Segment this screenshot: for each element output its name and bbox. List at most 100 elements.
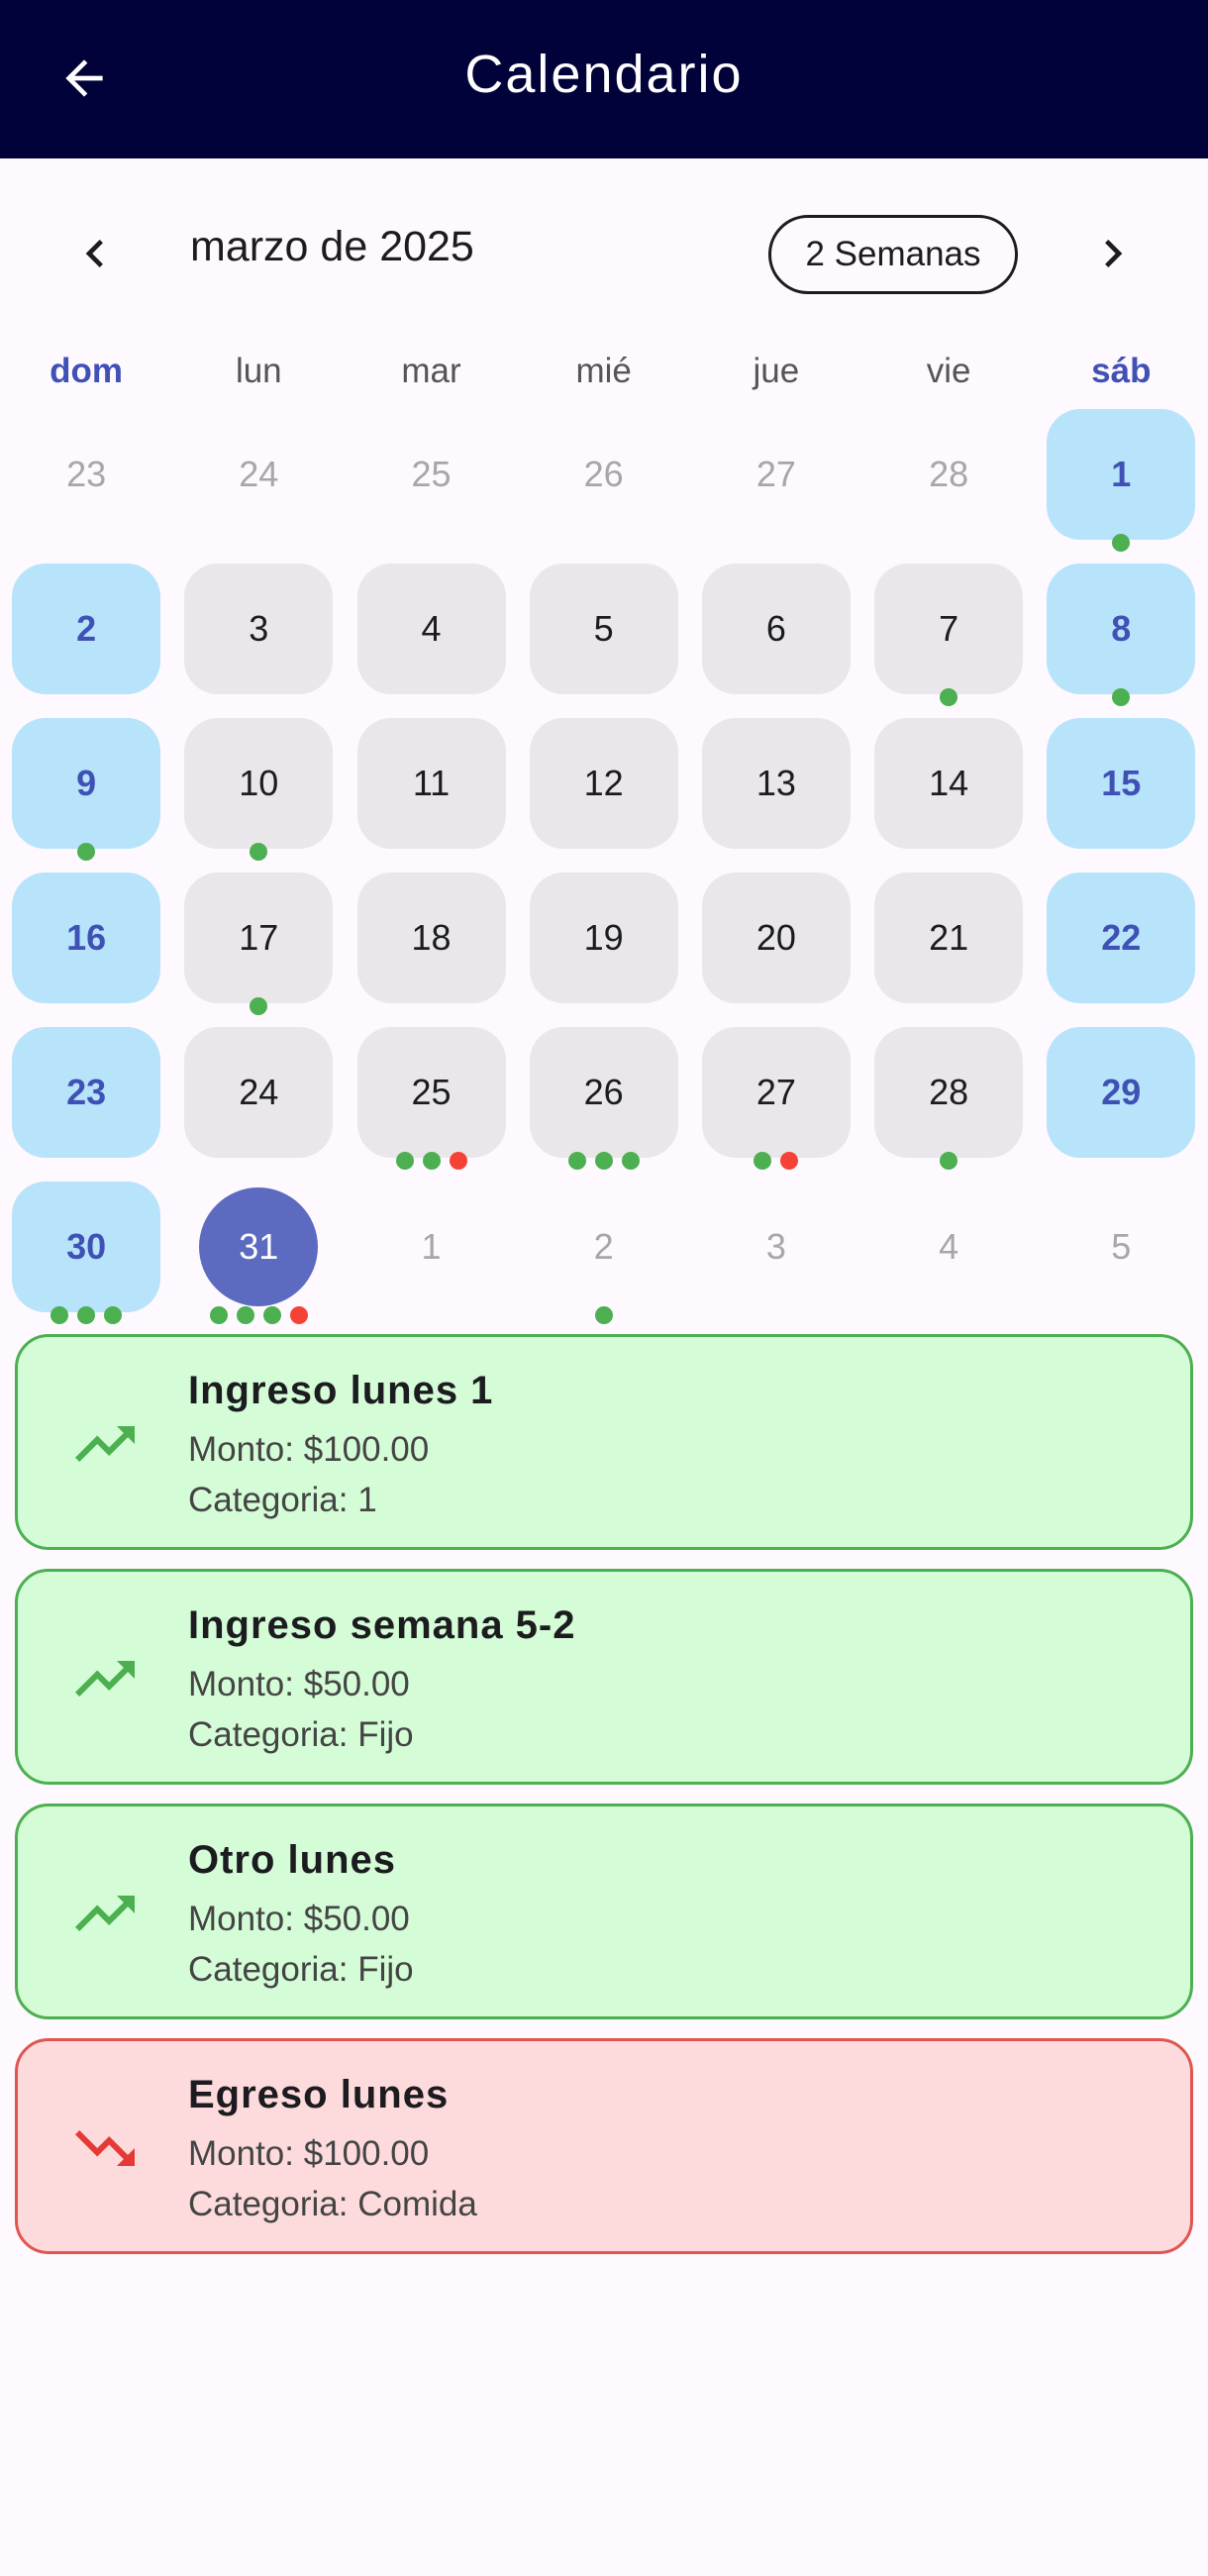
chevron-right-icon xyxy=(1105,240,1123,267)
event-card[interactable]: Ingreso semana 5-2 Monto: $50.00 Categoria… xyxy=(15,1569,1193,1785)
event-title: Ingreso lunes 1 xyxy=(188,1369,494,1412)
ingreso-marker xyxy=(594,1306,613,1324)
weekday-label: dom xyxy=(50,352,124,390)
ingreso-marker xyxy=(594,1152,613,1170)
calendar-day[interactable]: 12 xyxy=(529,718,678,849)
egreso-marker xyxy=(289,1306,308,1324)
event-card[interactable]: Ingreso lunes 1 Monto: $100.00 Categoria: … xyxy=(15,1334,1193,1550)
ingreso-marker xyxy=(754,1152,772,1170)
weekday-label: mié xyxy=(575,352,632,390)
ingreso-marker xyxy=(209,1306,228,1324)
calendar-day[interactable]: 26 xyxy=(530,409,678,540)
calendar-day[interactable]: 26 xyxy=(529,1027,678,1158)
calendar-day[interactable]: 29 xyxy=(1047,1027,1196,1158)
calendar-day[interactable]: 14 xyxy=(874,718,1024,849)
calendar-day[interactable]: 5 xyxy=(1047,1182,1195,1312)
egreso-marker xyxy=(449,1152,467,1170)
calendar-day[interactable]: 24 xyxy=(184,1027,334,1158)
event-amount: Monto: $100.00 xyxy=(188,2134,430,2173)
calendar-day[interactable]: 7 xyxy=(874,564,1024,694)
arrow-back-icon xyxy=(65,59,103,97)
weekday-label: sáb xyxy=(1091,352,1152,390)
calendar-day[interactable]: 28 xyxy=(874,1027,1024,1158)
event-title: Otro lunes xyxy=(188,1838,397,1882)
event-category: Categoria: Fijo xyxy=(188,1715,414,1754)
trending-down-icon xyxy=(69,2112,141,2184)
calendar-day[interactable]: 15 xyxy=(1047,718,1196,849)
ingreso-marker xyxy=(77,843,96,861)
calendar-day[interactable]: 27 xyxy=(701,1027,851,1158)
calendar-day[interactable]: 2 xyxy=(530,1182,678,1312)
trending-up-icon xyxy=(69,1408,141,1480)
ingreso-marker xyxy=(77,1306,96,1324)
calendar-day[interactable]: 27 xyxy=(702,409,851,540)
ingreso-marker xyxy=(50,1306,69,1324)
back-button[interactable] xyxy=(44,38,125,119)
event-category: Categoria: Comida xyxy=(188,2185,477,2223)
calendar-day[interactable]: 4 xyxy=(356,564,506,694)
calendar-day[interactable]: 25 xyxy=(356,1027,506,1158)
ingreso-marker xyxy=(262,1306,281,1324)
calendar-day[interactable]: 4 xyxy=(874,1182,1023,1312)
calendar-day[interactable]: 3 xyxy=(184,564,334,694)
calendar-day[interactable]: 22 xyxy=(1047,873,1196,1003)
ingreso-marker xyxy=(250,997,268,1015)
calendar-day[interactable]: 1 xyxy=(1047,409,1196,540)
next-month-button[interactable] xyxy=(1073,214,1153,293)
calendar-day[interactable]: 10 xyxy=(184,718,334,849)
format-toggle-button[interactable]: 2 Semanas xyxy=(768,215,1018,294)
calendar-day[interactable]: 28 xyxy=(874,409,1023,540)
weekday-label: jue xyxy=(753,352,800,390)
calendar-day[interactable]: 24 xyxy=(184,409,333,540)
event-category: Categoria: Fijo xyxy=(188,1950,414,1989)
calendar-day[interactable]: 23 xyxy=(12,409,160,540)
calendar-day[interactable]: 8 xyxy=(1047,564,1196,694)
calendar-day[interactable]: 17 xyxy=(184,873,334,1003)
app-bar: Calendario xyxy=(0,0,1208,158)
weekday-label: lun xyxy=(235,352,282,390)
calendar-day[interactable]: 20 xyxy=(701,873,851,1003)
calendar-day[interactable]: 16 xyxy=(12,873,161,1003)
event-amount: Monto: $50.00 xyxy=(188,1665,410,1703)
ingreso-marker xyxy=(1112,688,1131,706)
weekday-label: vie xyxy=(926,352,971,390)
previous-month-button[interactable] xyxy=(55,214,135,293)
event-title: Egreso lunes xyxy=(188,2073,450,2116)
calendar-day[interactable]: 11 xyxy=(356,718,506,849)
ingreso-marker xyxy=(250,843,268,861)
chevron-left-icon xyxy=(85,240,103,267)
ingreso-marker xyxy=(422,1152,441,1170)
ingreso-marker xyxy=(1112,534,1131,552)
ingreso-marker xyxy=(236,1306,254,1324)
calendar-day[interactable]: 9 xyxy=(12,718,161,849)
calendar-day[interactable]: 2 xyxy=(12,564,161,694)
calendar-day[interactable]: 13 xyxy=(701,718,851,849)
calendar-day[interactable]: 3 xyxy=(702,1182,851,1312)
page-title: Calendario xyxy=(464,45,744,104)
event-title: Ingreso semana 5-2 xyxy=(188,1603,576,1647)
event-card[interactable]: Otro lunes Monto: $50.00 Categoria: Fijo xyxy=(15,1803,1193,2019)
event-card[interactable]: Egreso lunes Monto: $100.00 Categoria: Com… xyxy=(15,2038,1193,2254)
event-category: Categoria: 1 xyxy=(188,1481,377,1519)
ingreso-marker xyxy=(395,1152,414,1170)
egreso-marker xyxy=(780,1152,799,1170)
calendar-day[interactable]: 23 xyxy=(12,1027,161,1158)
event-amount: Monto: $100.00 xyxy=(188,1430,430,1469)
calendar-day[interactable]: 6 xyxy=(701,564,851,694)
ingreso-marker xyxy=(940,688,958,706)
calendar-day[interactable]: 1 xyxy=(357,1182,506,1312)
calendar-day[interactable]: 30 xyxy=(12,1182,161,1312)
trending-up-icon xyxy=(69,1643,141,1714)
ingreso-marker xyxy=(940,1152,958,1170)
calendar-day[interactable]: 21 xyxy=(874,873,1024,1003)
calendar-day-selected[interactable]: 31 xyxy=(199,1187,319,1306)
calendar-day[interactable]: 5 xyxy=(529,564,678,694)
calendar-day[interactable]: 19 xyxy=(529,873,678,1003)
month-title: marzo de 2025 xyxy=(190,223,474,270)
ingreso-marker xyxy=(567,1152,586,1170)
event-amount: Monto: $50.00 xyxy=(188,1900,410,1938)
trending-up-icon xyxy=(69,1878,141,1949)
weekday-label: mar xyxy=(401,352,461,390)
calendar-day[interactable]: 18 xyxy=(356,873,506,1003)
calendar-day[interactable]: 25 xyxy=(357,409,506,540)
